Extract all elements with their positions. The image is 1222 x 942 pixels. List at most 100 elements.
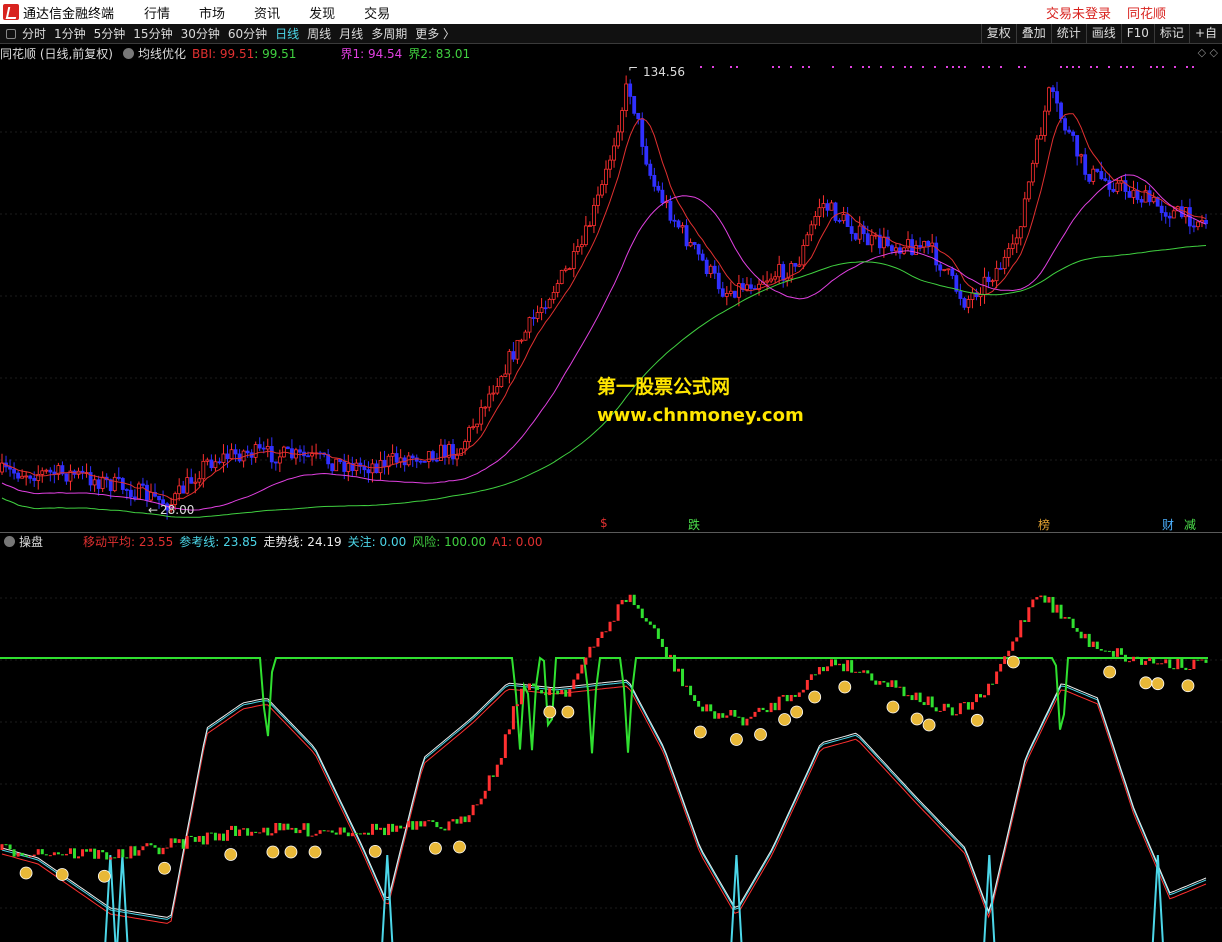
bbi-value: BBI: 99.51 [192, 46, 255, 61]
candle-body [1079, 154, 1084, 157]
toolbar-toggle-icon[interactable] [6, 28, 16, 39]
sub-candle [999, 663, 1003, 672]
menu-news[interactable]: 资讯 [254, 3, 280, 22]
period-daily[interactable]: 日线 [275, 25, 299, 42]
sub-candle [1144, 661, 1148, 665]
money-bag-icon [1181, 679, 1195, 693]
sub-indicator-menu-icon[interactable] [4, 536, 15, 547]
sub-candle [1164, 659, 1168, 664]
sub-candle [1019, 620, 1023, 638]
focus-spike [730, 854, 743, 942]
sub-candle [334, 832, 338, 835]
candle-body [588, 225, 592, 227]
sub-candle [648, 621, 652, 625]
sub-candle [427, 820, 431, 822]
money-bag-icon [19, 866, 33, 880]
event-marker-reduce[interactable]: 减 [1184, 516, 1196, 533]
period-1min[interactable]: 1分钟 [54, 25, 86, 42]
event-marker-dollar[interactable]: $ [600, 516, 608, 530]
sub-candle [1023, 620, 1027, 622]
ths-link[interactable]: 同花顺 [1127, 3, 1166, 22]
period-30min[interactable]: 30分钟 [181, 25, 220, 42]
sub-candle [250, 831, 254, 836]
candle-body [805, 234, 810, 246]
money-bag-icon [970, 713, 984, 727]
sub-candle [938, 710, 942, 712]
candle-body [1204, 220, 1208, 225]
period-multi[interactable]: 多周期 [371, 25, 407, 42]
period-weekly[interactable]: 周线 [307, 25, 331, 42]
sub-candle [1071, 618, 1075, 629]
event-marker-fall[interactable]: 跌 [688, 516, 700, 533]
sub-candle [1015, 637, 1019, 642]
indicator-name[interactable]: 均线优化 [138, 45, 186, 62]
sub-candle [370, 823, 374, 835]
sub-candle [930, 696, 934, 708]
candle-body [817, 207, 822, 217]
candle-body [1026, 181, 1031, 200]
sub-candle [36, 849, 40, 855]
candle-body [600, 184, 604, 196]
f10-button[interactable]: F10 [1120, 24, 1154, 43]
title-bar: 通达信金融终端 行情 市场 资讯 发现 交易 交易未登录 同花顺 [0, 0, 1222, 24]
signal-dot [730, 66, 732, 68]
sub-candle [1087, 633, 1091, 647]
event-marker-list[interactable]: 榜 [1038, 516, 1050, 533]
candle-body [342, 461, 347, 472]
candle-body [1014, 237, 1019, 245]
sub-candle [672, 654, 676, 672]
candle-body [765, 280, 769, 283]
trade-login-link[interactable]: 交易未登录 [1046, 3, 1111, 22]
period-5min[interactable]: 5分钟 [94, 25, 126, 42]
sub-candle [608, 621, 612, 632]
sub-candle [757, 707, 761, 712]
sub-candle [415, 821, 419, 830]
sub-candle [995, 671, 999, 684]
signal-dot [988, 66, 990, 68]
sub-candle [294, 827, 298, 834]
sub-indicator-name[interactable]: 操盘 [19, 533, 43, 550]
candle-body [712, 265, 717, 274]
mark-button[interactable]: 标记 [1153, 24, 1189, 43]
period-60min[interactable]: 60分钟 [228, 25, 267, 42]
money-bag-icon [910, 712, 924, 726]
event-marker-finance[interactable]: 财 [1162, 516, 1174, 533]
period-more[interactable]: 更多 〉 [415, 25, 455, 42]
sub-candle [221, 833, 225, 841]
sub-candle [664, 646, 668, 658]
indicator-menu-icon[interactable] [123, 48, 134, 59]
stats-button[interactable]: 统计 [1050, 24, 1086, 43]
sub-candle [246, 828, 250, 836]
candle-body [28, 475, 33, 479]
menu-trade[interactable]: 交易 [364, 3, 390, 22]
menu-market[interactable]: 市场 [199, 3, 225, 22]
adjust-button[interactable]: 复权 [980, 24, 1016, 43]
candle-body [869, 234, 874, 246]
candle-body [362, 466, 367, 471]
menu-discover[interactable]: 发现 [309, 3, 335, 22]
add-favorite-button[interactable]: +自 [1188, 24, 1222, 43]
sub-candle [540, 690, 544, 694]
sub-candle [491, 775, 495, 777]
period-monthly[interactable]: 月线 [339, 25, 363, 42]
period-15min[interactable]: 15分钟 [133, 25, 172, 42]
draw-button[interactable]: 画线 [1085, 24, 1121, 43]
candle-body [1063, 118, 1067, 131]
sub-candle [354, 832, 358, 834]
period-intraday[interactable]: 分时 [22, 25, 46, 42]
sub-candle [89, 848, 93, 852]
pane-corner-icons[interactable]: ◇ ◇ [1198, 46, 1218, 59]
sub-candle [0, 844, 4, 850]
main-candlestick-chart[interactable]: 134.56 ⌐ 28.00← [0, 62, 1222, 532]
signal-dot [1090, 66, 1092, 68]
sub-candle [435, 821, 439, 828]
sub-candle [769, 702, 773, 713]
candle-body [970, 292, 975, 300]
sub-candle [652, 624, 656, 629]
overlay-button[interactable]: 叠加 [1015, 24, 1051, 43]
menu-market-quotes[interactable]: 行情 [144, 3, 170, 22]
sub-indicator-chart[interactable] [0, 550, 1222, 942]
sub-candle [817, 667, 821, 675]
sub-candle [1200, 659, 1204, 661]
sub-candle [1184, 667, 1188, 670]
